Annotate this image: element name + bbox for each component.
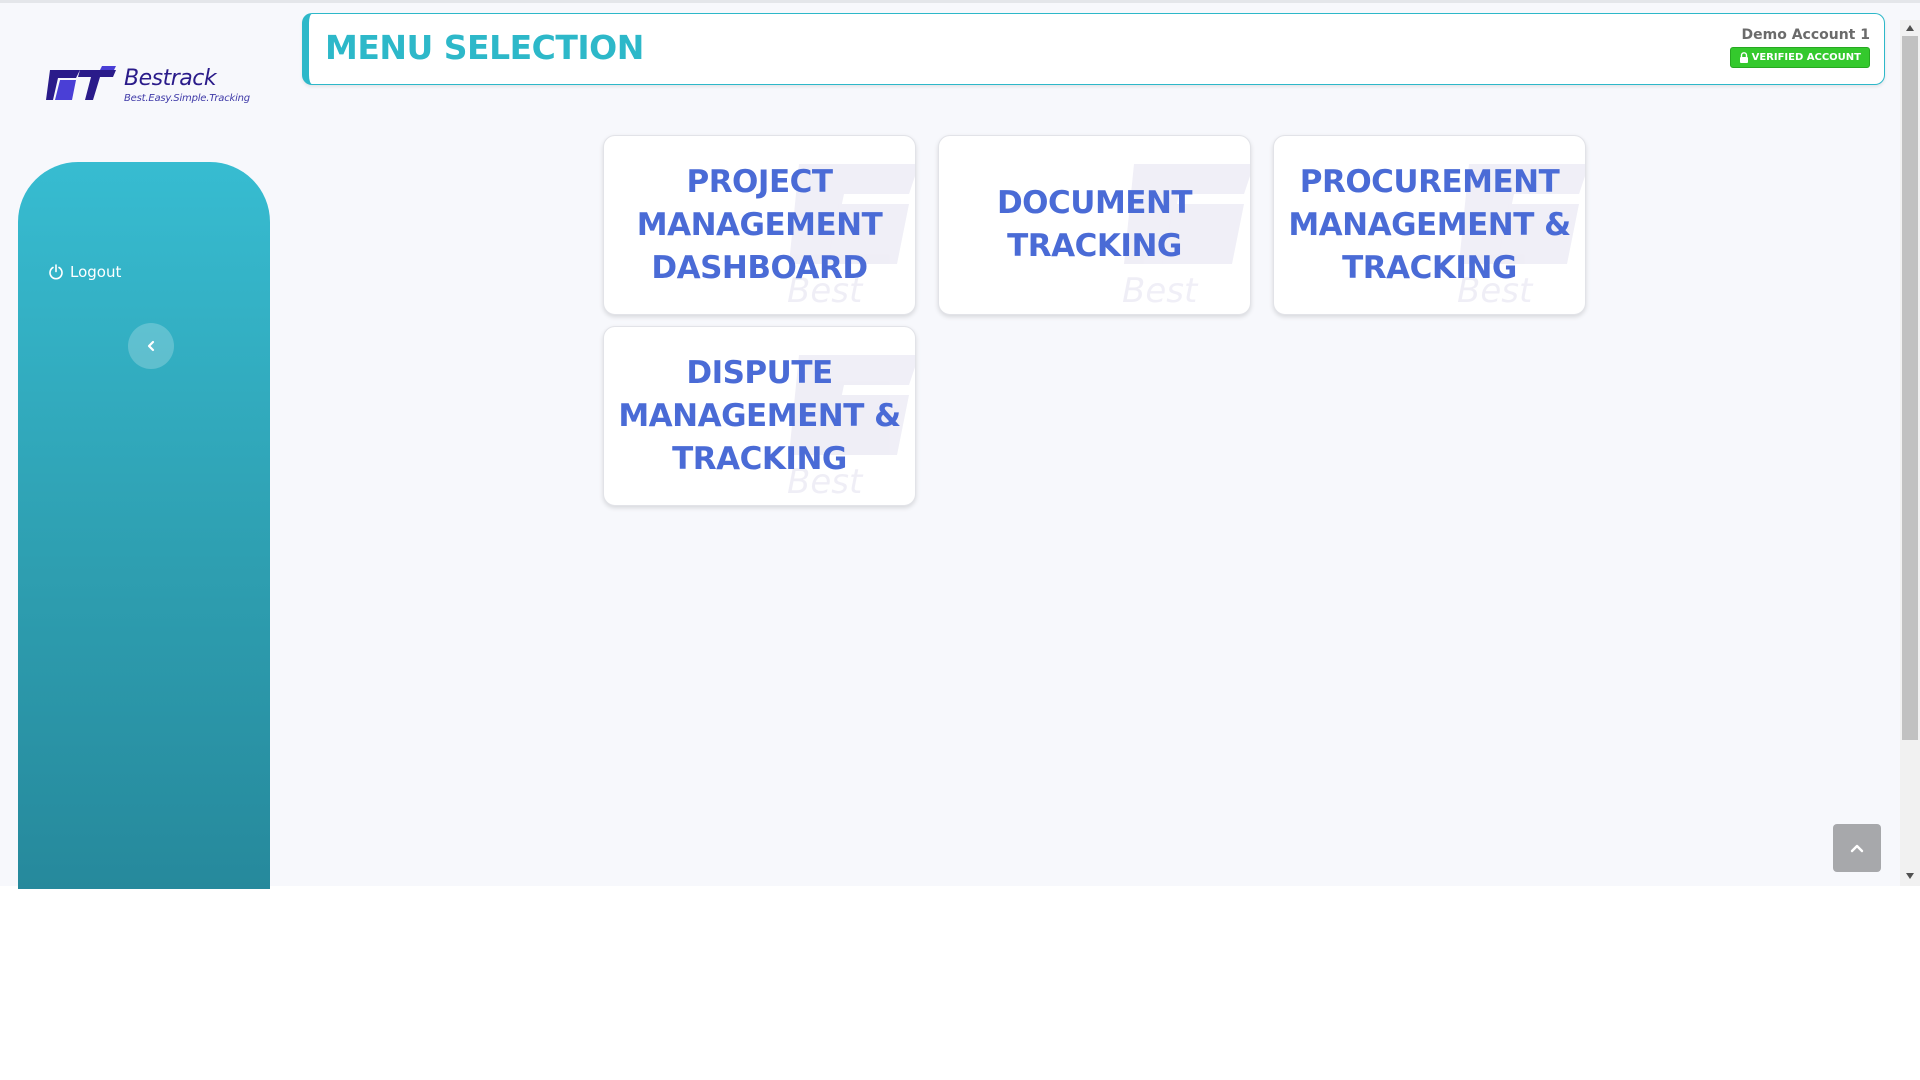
lock-icon bbox=[1739, 52, 1748, 63]
scroll-down-arrow-icon bbox=[1906, 873, 1914, 879]
menu-card-label: PROJECT MANAGEMENT DASHBOARD bbox=[636, 163, 883, 286]
sidebar: Logout bbox=[18, 162, 270, 889]
logout-link[interactable]: Logout bbox=[48, 263, 121, 281]
menu-card-dispute-management[interactable]: Best DISPUTE MANAGEMENT & TRACKING bbox=[603, 326, 916, 506]
chevron-up-icon bbox=[1850, 844, 1864, 853]
bestrack-logo-mark-icon bbox=[46, 66, 116, 100]
menu-card-label: PROCUREMENT MANAGEMENT & TRACKING bbox=[1288, 163, 1571, 286]
bestrack-logo[interactable]: Bestrack Best.Easy.Simple.Tracking bbox=[46, 59, 256, 111]
logout-label: Logout bbox=[70, 263, 122, 281]
menu-card-label: DISPUTE MANAGEMENT & TRACKING bbox=[618, 354, 901, 477]
scroll-down-button[interactable] bbox=[1900, 868, 1920, 884]
scroll-up-button[interactable] bbox=[1900, 20, 1920, 36]
menu-card-procurement-management[interactable]: Best PROCUREMENT MANAGEMENT & TRACKING bbox=[1273, 135, 1586, 315]
scrollbar-thumb[interactable] bbox=[1902, 36, 1918, 740]
logo-name: Bestrack bbox=[124, 65, 217, 91]
app-root: Bestrack Best.Easy.Simple.Tracking Logou… bbox=[0, 0, 1920, 889]
back-to-top-button[interactable] bbox=[1833, 824, 1881, 872]
menu-card-document-tracking[interactable]: Best DOCUMENT TRACKING bbox=[938, 135, 1251, 315]
verified-label: VERIFIED ACCOUNT bbox=[1751, 52, 1861, 63]
collapse-sidebar-button[interactable] bbox=[128, 323, 174, 369]
menu-card-project-management[interactable]: Best PROJECT MANAGEMENT DASHBOARD bbox=[603, 135, 916, 315]
menu-card-label: DOCUMENT TRACKING bbox=[996, 185, 1193, 264]
svg-text:Best: Best bbox=[1122, 271, 1199, 304]
chevron-left-icon bbox=[147, 340, 155, 352]
page-title: MENU SELECTION bbox=[325, 28, 644, 67]
verified-account-badge: VERIFIED ACCOUNT bbox=[1729, 47, 1870, 68]
logo-tagline: Best.Easy.Simple.Tracking bbox=[124, 92, 250, 104]
account-info: Demo Account 1 VERIFIED ACCOUNT bbox=[1729, 27, 1871, 68]
scroll-up-arrow-icon bbox=[1906, 25, 1914, 31]
logo-text: Bestrack Best.Easy.Simple.Tracking bbox=[124, 65, 250, 104]
account-name: Demo Account 1 bbox=[1741, 27, 1871, 43]
power-icon bbox=[49, 264, 63, 280]
page-header: MENU SELECTION Demo Account 1 VERIFIED A… bbox=[302, 13, 1885, 85]
